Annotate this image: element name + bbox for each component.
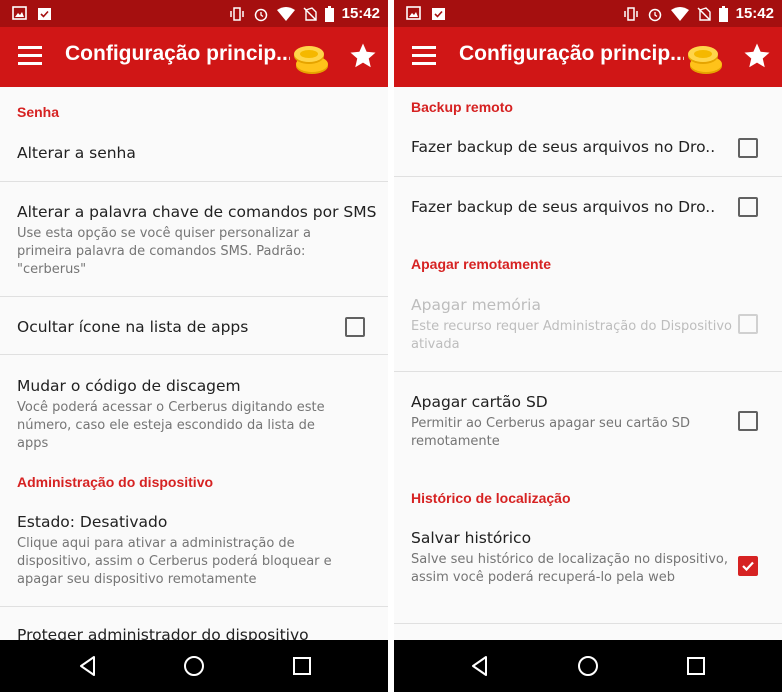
- check-icon: [742, 561, 754, 572]
- back-icon[interactable]: [76, 654, 100, 678]
- status-bar: 15:42: [394, 0, 782, 27]
- app-toolbar: Configuração princip...: [394, 27, 782, 87]
- salvar-historico-checkbox[interactable]: [738, 556, 758, 576]
- vibrate-icon: [229, 6, 244, 21]
- item-estado-subtitle: Clique aqui para ativar a administração …: [17, 536, 332, 587]
- home-icon[interactable]: [182, 654, 206, 678]
- image-icon: [12, 6, 27, 20]
- divider: [394, 371, 782, 372]
- wifi-icon: [276, 6, 295, 21]
- battery-icon: [324, 5, 334, 22]
- section-header-administracao: Administração do dispositivo: [17, 474, 214, 490]
- coins-icon[interactable]: [292, 37, 332, 77]
- item-mudar-codigo[interactable]: Mudar o código de discagem: [17, 377, 241, 395]
- back-icon[interactable]: [468, 654, 492, 678]
- item-mudar-codigo-subtitle: Você poderá acessar o Cerberus digitando…: [17, 400, 325, 451]
- status-bar: 15:42: [0, 0, 388, 27]
- divider: [0, 354, 388, 355]
- item-ocultar-icone[interactable]: Ocultar ícone na lista de apps: [17, 318, 248, 336]
- settings-list: Backup remoto Fazer backup de seus arqui…: [394, 87, 782, 640]
- alarm-icon: [254, 8, 267, 21]
- status-time: 15:42: [735, 5, 774, 22]
- coins-icon[interactable]: [686, 37, 726, 77]
- settings-list: Senha Alterar a senha Alterar a palavra …: [0, 87, 388, 640]
- item-alterar-senha[interactable]: Alterar a senha: [17, 144, 136, 162]
- item-alterar-palavra-chave[interactable]: Alterar a palavra chave de comandos por …: [17, 203, 376, 221]
- divider: [0, 606, 388, 607]
- item-salvar-historico-subtitle: Salve seu histórico de localização no di…: [411, 552, 728, 585]
- wifi-icon: [670, 6, 689, 21]
- divider: [394, 176, 782, 177]
- item-estado[interactable]: Estado: Desativado: [17, 513, 167, 531]
- clipboard-check-icon: [432, 8, 445, 20]
- item-apagar-memoria: Apagar memória: [411, 296, 541, 314]
- divider: [394, 623, 782, 624]
- divider: [0, 296, 388, 297]
- nav-bar: [394, 640, 782, 692]
- alarm-icon: [648, 8, 661, 21]
- apagar-cartao-sd-checkbox[interactable]: [738, 411, 758, 431]
- item-alterar-palavra-chave-subtitle: Use esta opção se você quiser personaliz…: [17, 226, 311, 277]
- section-header-historico: Histórico de localização: [411, 490, 571, 506]
- ocultar-icone-checkbox[interactable]: [345, 317, 365, 337]
- divider: [0, 181, 388, 182]
- battery-icon: [718, 5, 728, 22]
- section-header-apagar-remotamente: Apagar remotamente: [411, 256, 552, 272]
- item-backup-dropbox-1[interactable]: Fazer backup de seus arquivos no Dro..: [411, 138, 715, 156]
- section-header-backup-remoto: Backup remoto: [411, 99, 513, 115]
- item-salvar-historico[interactable]: Salvar histórico: [411, 529, 531, 547]
- app-toolbar: Configuração princip...: [0, 27, 388, 87]
- page-title: Configuração princip...: [459, 42, 684, 65]
- item-backup-dropbox-2[interactable]: Fazer backup de seus arquivos no Dro..: [411, 198, 715, 216]
- backup-dropbox-2-checkbox[interactable]: [738, 197, 758, 217]
- no-sim-icon: [303, 6, 317, 21]
- item-apagar-cartao-sd-subtitle: Permitir ao Cerberus apagar seu cartão S…: [411, 416, 691, 449]
- no-sim-icon: [697, 6, 711, 21]
- clipboard-check-icon: [38, 8, 51, 20]
- home-icon[interactable]: [576, 654, 600, 678]
- image-icon: [406, 6, 421, 20]
- recents-icon[interactable]: [290, 654, 314, 678]
- vibrate-icon: [623, 6, 638, 21]
- item-apagar-memoria-subtitle: Este recurso requer Administração do Dis…: [411, 319, 732, 352]
- item-apagar-cartao-sd[interactable]: Apagar cartão SD: [411, 393, 548, 411]
- page-title: Configuração princip...: [65, 42, 290, 65]
- right-screen: 15:42 Configuração princip... Backup rem…: [394, 0, 782, 692]
- status-time: 15:42: [341, 5, 380, 22]
- left-screen: 15:42 Configuração princip... Senha Alte…: [0, 0, 388, 692]
- star-icon[interactable]: [742, 41, 772, 71]
- section-header-senha: Senha: [17, 104, 60, 120]
- menu-icon[interactable]: [412, 46, 436, 66]
- menu-icon[interactable]: [18, 46, 42, 66]
- item-proteger-administrador[interactable]: Proteger administrador do dispositivo: [17, 626, 309, 640]
- apagar-memoria-checkbox: [738, 314, 758, 334]
- nav-bar: [0, 640, 388, 692]
- star-icon[interactable]: [348, 41, 378, 71]
- backup-dropbox-1-checkbox[interactable]: [738, 138, 758, 158]
- recents-icon[interactable]: [684, 654, 708, 678]
